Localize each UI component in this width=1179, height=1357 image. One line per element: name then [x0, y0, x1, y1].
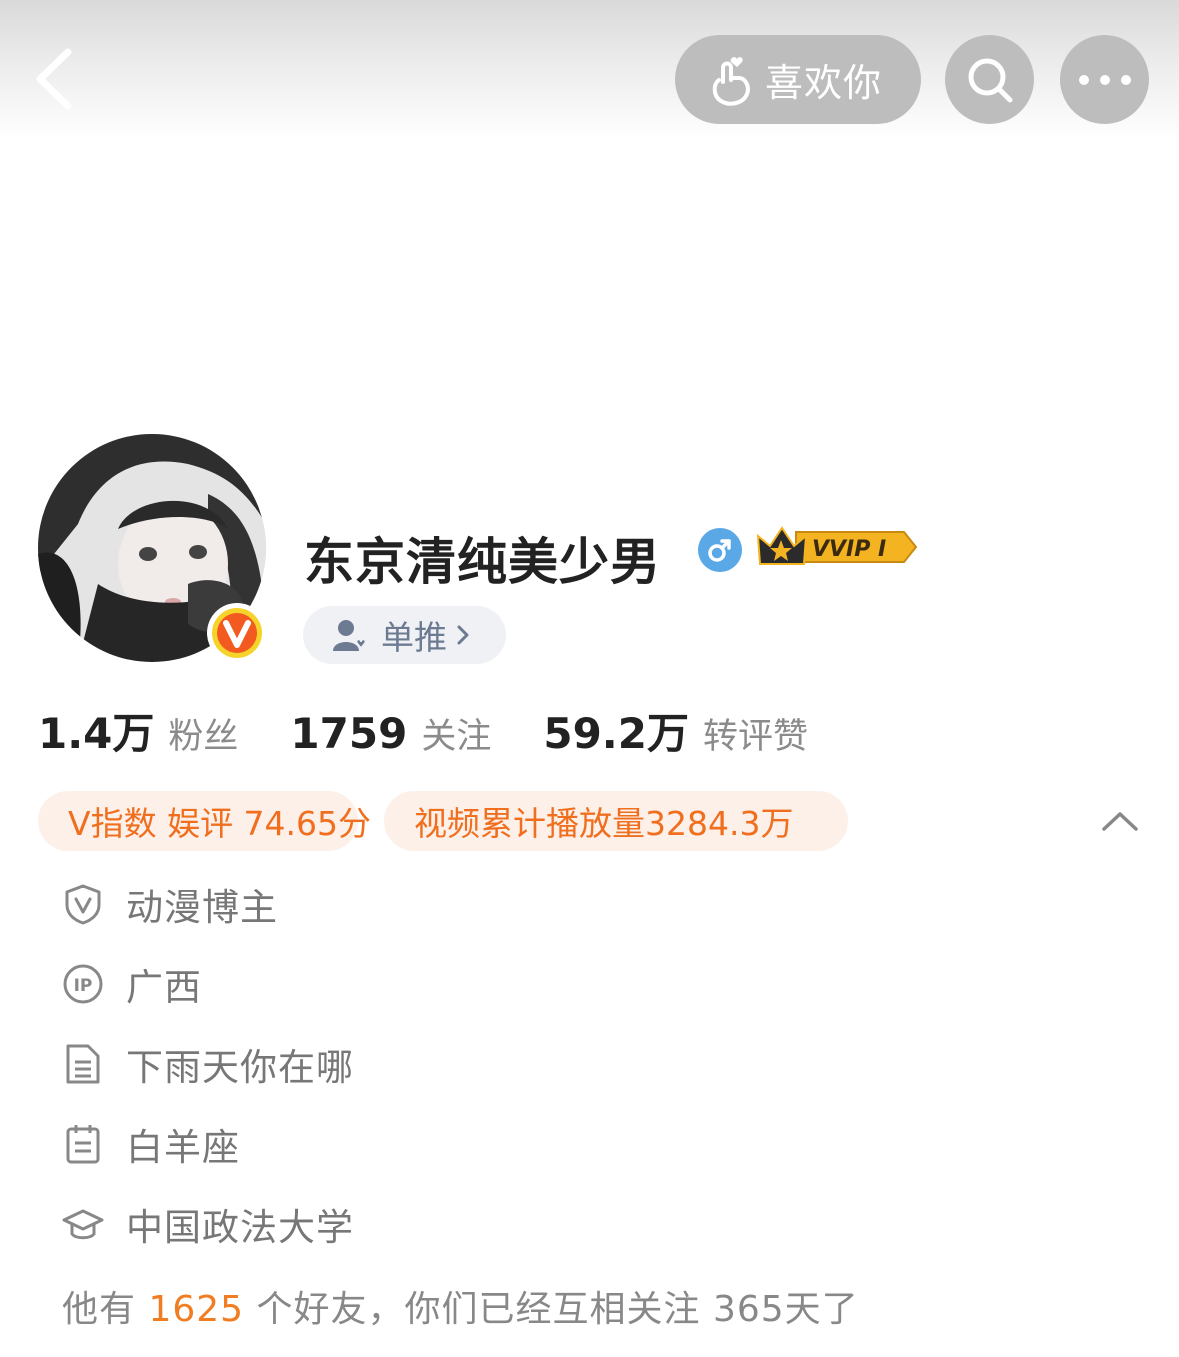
chevron-right-icon	[457, 625, 469, 645]
dantui-button[interactable]: 单推	[303, 606, 506, 664]
vip-badge-text: VVIP I	[812, 537, 886, 562]
friends-suffix: 个好友，你们已经互相关注 365天了	[244, 1289, 859, 1330]
search-button[interactable]	[945, 35, 1034, 124]
stat-following[interactable]: 1759 关注	[290, 708, 491, 759]
info-zodiac: 白羊座	[62, 1119, 240, 1169]
like-you-button[interactable]: 喜欢你	[675, 35, 921, 124]
interactions-count: 59.2万	[543, 709, 689, 758]
stat-followers[interactable]: 1.4万 粉丝	[38, 700, 238, 761]
ip-location-text: 广西	[126, 966, 202, 1009]
nickname: 东京清纯美少男	[304, 533, 661, 591]
more-dots-icon	[1078, 74, 1131, 85]
school-text: 中国政法大学	[126, 1206, 354, 1249]
info-bio: 下雨天你在哪	[62, 1039, 354, 1089]
back-button[interactable]	[30, 42, 90, 116]
verification-text: 动漫博主	[126, 886, 278, 929]
chevron-left-icon	[36, 48, 72, 110]
bio-text: 下雨天你在哪	[126, 1046, 354, 1089]
verified-badge	[207, 603, 267, 663]
document-icon	[62, 1043, 104, 1085]
zodiac-text: 白羊座	[126, 1126, 240, 1169]
friends-count: 1625	[148, 1289, 245, 1330]
stats-row: 1.4万 粉丝 1759 关注 59.2万 转评赞	[38, 700, 860, 760]
following-label: 关注	[421, 717, 492, 757]
male-symbol-icon	[708, 539, 731, 562]
stat-interactions[interactable]: 59.2万 转评赞	[543, 700, 808, 761]
following-count: 1759	[290, 709, 408, 758]
male-gender-icon	[698, 528, 742, 572]
info-verification: 动漫博主	[62, 879, 278, 929]
graduation-cap-icon	[62, 1203, 104, 1245]
search-icon	[968, 58, 1012, 102]
video-plays-tag[interactable]: 视频累计播放量3284.3万	[384, 791, 848, 851]
interactions-label: 转评赞	[702, 717, 808, 757]
ip-icon: IP	[62, 963, 104, 1005]
info-ip: IP 广西	[62, 959, 202, 1009]
like-you-label: 喜欢你	[765, 61, 883, 105]
calendar-icon	[62, 1123, 104, 1165]
finger-heart-icon	[712, 56, 750, 106]
info-school: 中国政法大学	[62, 1199, 354, 1249]
followers-count: 1.4万	[38, 709, 155, 758]
shield-v-icon	[62, 883, 104, 925]
mutual-friends-line[interactable]: 他有 1625 个好友，你们已经互相关注 365天了	[62, 1280, 859, 1332]
verified-v-icon	[212, 608, 262, 658]
dantui-label: 单推	[381, 618, 447, 657]
tag-row: V指数 娱评 74.65分 视频累计播放量3284.3万	[38, 791, 874, 851]
followers-label: 粉丝	[168, 717, 239, 757]
friends-prefix: 他有	[62, 1289, 149, 1330]
more-button[interactable]	[1060, 35, 1149, 124]
vip-crown-badge: VVIP I	[756, 526, 918, 565]
vip-badge[interactable]: VVIP I	[756, 524, 918, 570]
chevron-up-icon[interactable]	[1100, 808, 1140, 834]
v-index-tag[interactable]: V指数 娱评 74.65分	[38, 791, 371, 851]
person-heart-icon	[333, 620, 367, 651]
svg-text:IP: IP	[74, 976, 93, 996]
